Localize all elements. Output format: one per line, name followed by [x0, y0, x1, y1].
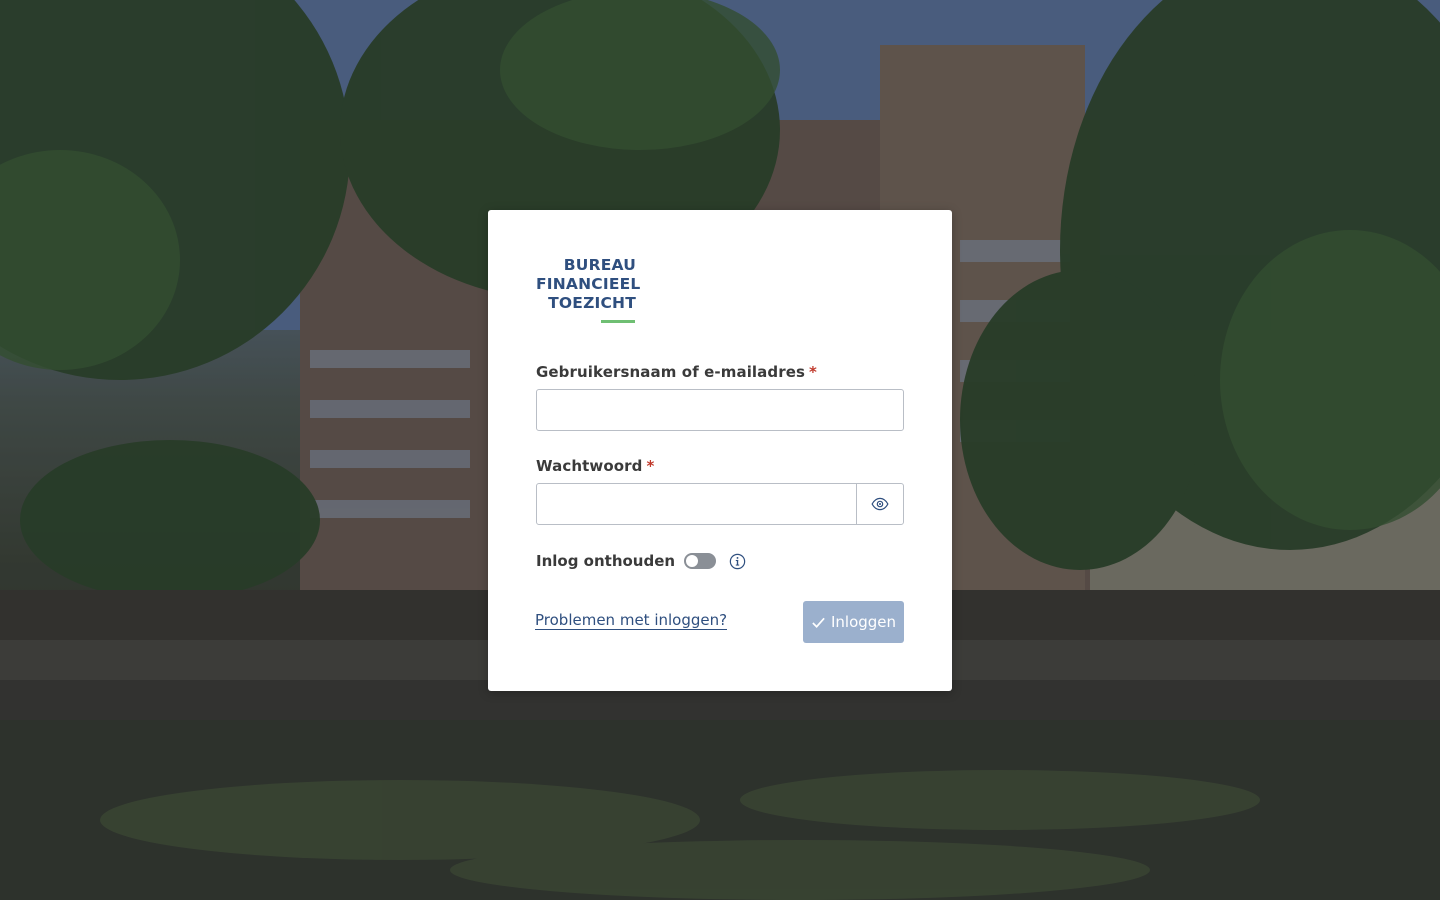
password-label: Wachtwoord * [536, 457, 654, 475]
username-label: Gebruikersnaam of e-mailadres * [536, 363, 817, 381]
check-icon [811, 615, 826, 630]
login-button-label: Inloggen [830, 613, 897, 631]
remember-row: Inlog onthouden [536, 550, 746, 572]
logo-line-2: FINANCIEEL [536, 275, 641, 293]
username-input[interactable] [536, 389, 904, 431]
eye-icon [871, 497, 889, 511]
username-label-text: Gebruikersnaam of e-mailadres [536, 363, 806, 381]
remember-toggle-knob [686, 555, 699, 567]
login-card: BUREAU FINANCIEEL TOEZICHT Gebruikersnaa… [488, 210, 952, 691]
logo-underline [601, 320, 635, 323]
info-icon[interactable] [728, 552, 746, 570]
show-password-button[interactable] [856, 483, 904, 525]
remember-toggle[interactable] [684, 553, 717, 569]
logo-line-3: TOEZICHT [548, 294, 636, 312]
logo: BUREAU FINANCIEEL TOEZICHT [536, 256, 641, 313]
password-input[interactable] [536, 483, 857, 525]
password-label-text: Wachtwoord [536, 457, 643, 475]
login-button[interactable]: Inloggen [803, 601, 904, 643]
info-icon-glyph [729, 553, 745, 569]
required-marker: * [646, 457, 655, 475]
login-trouble-link[interactable]: Problemen met inloggen? [535, 611, 728, 630]
remember-label: Inlog onthouden [536, 552, 676, 570]
logo-line-1: BUREAU [563, 256, 636, 274]
required-marker: * [809, 363, 817, 381]
